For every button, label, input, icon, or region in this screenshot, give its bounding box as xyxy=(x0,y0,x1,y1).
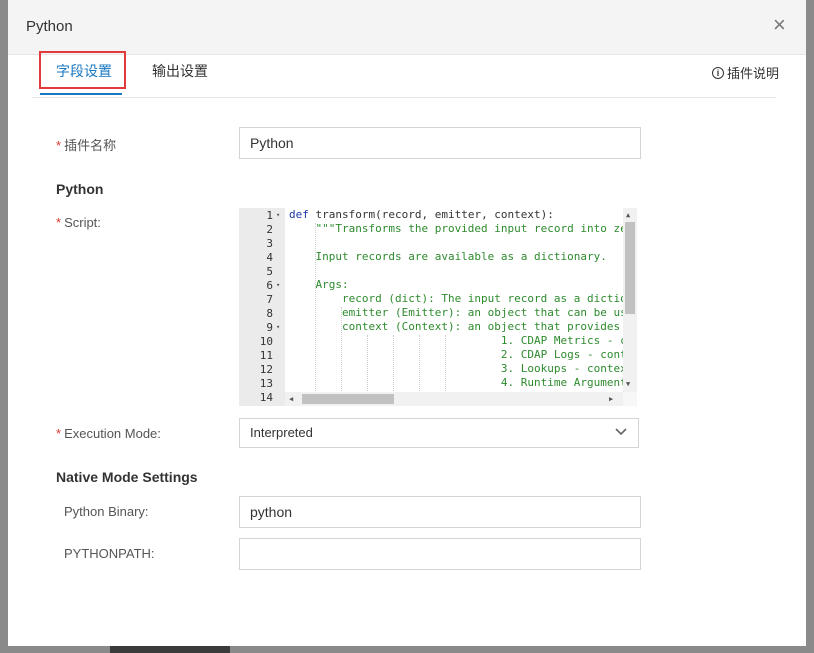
pythonpath-label: PYTHONPATH: xyxy=(64,546,155,561)
line-number: 12 xyxy=(259,363,273,376)
plugin-help-label: 插件说明 xyxy=(727,66,780,81)
script-label: * Script: xyxy=(56,215,101,230)
dialog-titlebar: Python × xyxy=(8,0,806,55)
execution-mode-label: * Execution Mode: xyxy=(56,426,161,441)
code-line: Args: xyxy=(289,278,349,291)
tab-output-settings[interactable]: 输出设置 xyxy=(152,61,208,81)
line-number: 14 xyxy=(259,391,273,404)
active-tab-indicator xyxy=(40,93,122,95)
code-line: context (Context): an object that provid… xyxy=(289,320,621,333)
scroll-left-icon[interactable]: ◀ xyxy=(289,395,293,403)
info-icon: i xyxy=(712,66,724,79)
plugin-dialog: Python × 字段设置 输出设置 i 插件说明 * 插件名称 Python P… xyxy=(8,0,806,646)
editor-gutter: 1 2 3 4 5 6 7 8 9 10 11 12 13 14 15 ▾ ▾ … xyxy=(239,208,285,406)
line-number: 11 xyxy=(259,349,273,362)
execution-mode-select[interactable]: Interpreted xyxy=(239,418,639,448)
line-number: 5 xyxy=(266,265,273,278)
fold-toggle-icon[interactable]: ▾ xyxy=(276,211,280,219)
vertical-scroll-thumb[interactable] xyxy=(625,222,635,314)
python-binary-label: Python Binary: xyxy=(64,504,149,519)
code-line: """Transforms the provided input record … xyxy=(289,222,623,235)
plugin-help-link[interactable]: i 插件说明 xyxy=(712,63,779,82)
line-number: 2 xyxy=(266,223,273,236)
code-line: 2. CDAP Logs - context.g xyxy=(289,348,623,361)
code-line: 3. Lookups - context.get xyxy=(289,362,623,375)
horizontal-scroll-thumb[interactable] xyxy=(302,394,394,404)
code-line: Input records are available as a diction… xyxy=(289,250,607,263)
line-number: 4 xyxy=(266,251,273,264)
script-label-text: Script: xyxy=(64,215,101,230)
tabs-divider xyxy=(32,97,776,98)
line-number: 1 xyxy=(266,209,273,222)
scroll-right-icon[interactable]: ▶ xyxy=(609,395,613,403)
section-python-title: Python xyxy=(56,181,104,197)
script-editor[interactable]: 1 2 3 4 5 6 7 8 9 10 11 12 13 14 15 ▾ ▾ … xyxy=(239,208,637,406)
code-text: transform(record, emitter, context): xyxy=(315,208,554,221)
plugin-name-input[interactable]: Python xyxy=(239,127,641,159)
code-line: record (dict): The input record as a dic… xyxy=(289,292,623,305)
plugin-name-label: * 插件名称 xyxy=(56,135,116,154)
line-number: 15 xyxy=(239,405,273,406)
line-number: 8 xyxy=(266,307,273,320)
code-line: 1. CDAP Metrics - conte xyxy=(289,334,623,347)
line-number: 6 xyxy=(266,279,273,292)
section-native-mode-title: Native Mode Settings xyxy=(56,469,198,485)
line-number: 3 xyxy=(266,237,273,250)
close-icon[interactable]: × xyxy=(773,14,786,36)
pythonpath-input[interactable] xyxy=(239,538,641,570)
execution-mode-label-text: Execution Mode: xyxy=(64,426,161,441)
dialog-title: Python xyxy=(26,18,73,35)
required-mark: * xyxy=(56,215,62,230)
required-mark: * xyxy=(56,426,62,441)
chevron-down-icon xyxy=(615,428,627,436)
line-number: 13 xyxy=(259,377,273,390)
line-number: 9 xyxy=(266,321,273,334)
code-keyword: def xyxy=(289,208,316,221)
required-mark: * xyxy=(56,138,62,153)
editor-vertical-scrollbar[interactable]: ▲ ▼ xyxy=(623,208,637,392)
code-line: emitter (Emitter): an object that can be… xyxy=(289,306,623,319)
code-line: 4. Runtime Arguments - c xyxy=(289,376,623,389)
execution-mode-value: Interpreted xyxy=(250,425,313,440)
fold-toggle-icon[interactable]: ▾ xyxy=(276,323,280,331)
line-number: 7 xyxy=(266,293,273,306)
editor-horizontal-scrollbar[interactable]: ◀ ▶ xyxy=(285,392,623,406)
plugin-name-label-text: 插件名称 xyxy=(64,138,117,153)
line-number: 10 xyxy=(259,335,273,348)
tab-highlight-box xyxy=(39,51,126,89)
scroll-up-icon[interactable]: ▲ xyxy=(626,211,630,219)
editor-code-area[interactable]: def transform(record, emitter, context):… xyxy=(285,208,623,392)
fold-toggle-icon[interactable]: ▾ xyxy=(276,281,280,289)
code-line: def transform(record, emitter, context): xyxy=(289,208,554,222)
backdrop xyxy=(110,646,230,653)
python-binary-input[interactable]: python xyxy=(239,496,641,528)
scroll-down-icon[interactable]: ▼ xyxy=(626,380,630,388)
